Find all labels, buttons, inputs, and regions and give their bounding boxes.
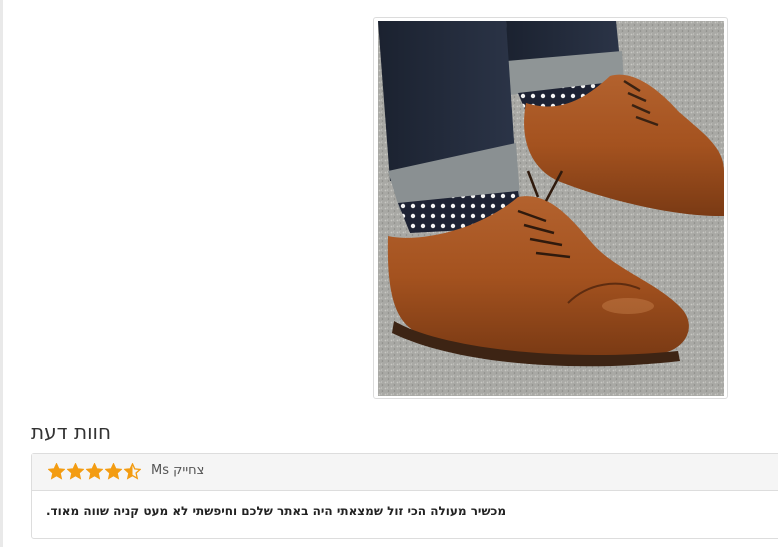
review-text: מכשיר מעולה הכי זול שמצאתי היה באתר שלכם… xyxy=(46,504,507,518)
review-card-header: צחייק Ms xyxy=(32,454,778,491)
star-full-icon xyxy=(48,463,65,480)
star-full-icon xyxy=(105,463,122,480)
page-left-border xyxy=(0,0,3,547)
review-card: צחייק Ms מכשיר מעולה הכי זול שמצאתי היה … xyxy=(31,453,778,539)
star-rating xyxy=(48,463,141,481)
reviewer-name: צחייק Ms xyxy=(151,463,205,478)
reviews-heading: חוות דעת xyxy=(31,420,112,444)
product-photo[interactable] xyxy=(378,21,724,396)
star-full-icon xyxy=(67,463,84,480)
star-half-icon xyxy=(124,463,141,480)
star-full-icon xyxy=(86,463,103,480)
product-image-frame[interactable] xyxy=(373,17,728,399)
